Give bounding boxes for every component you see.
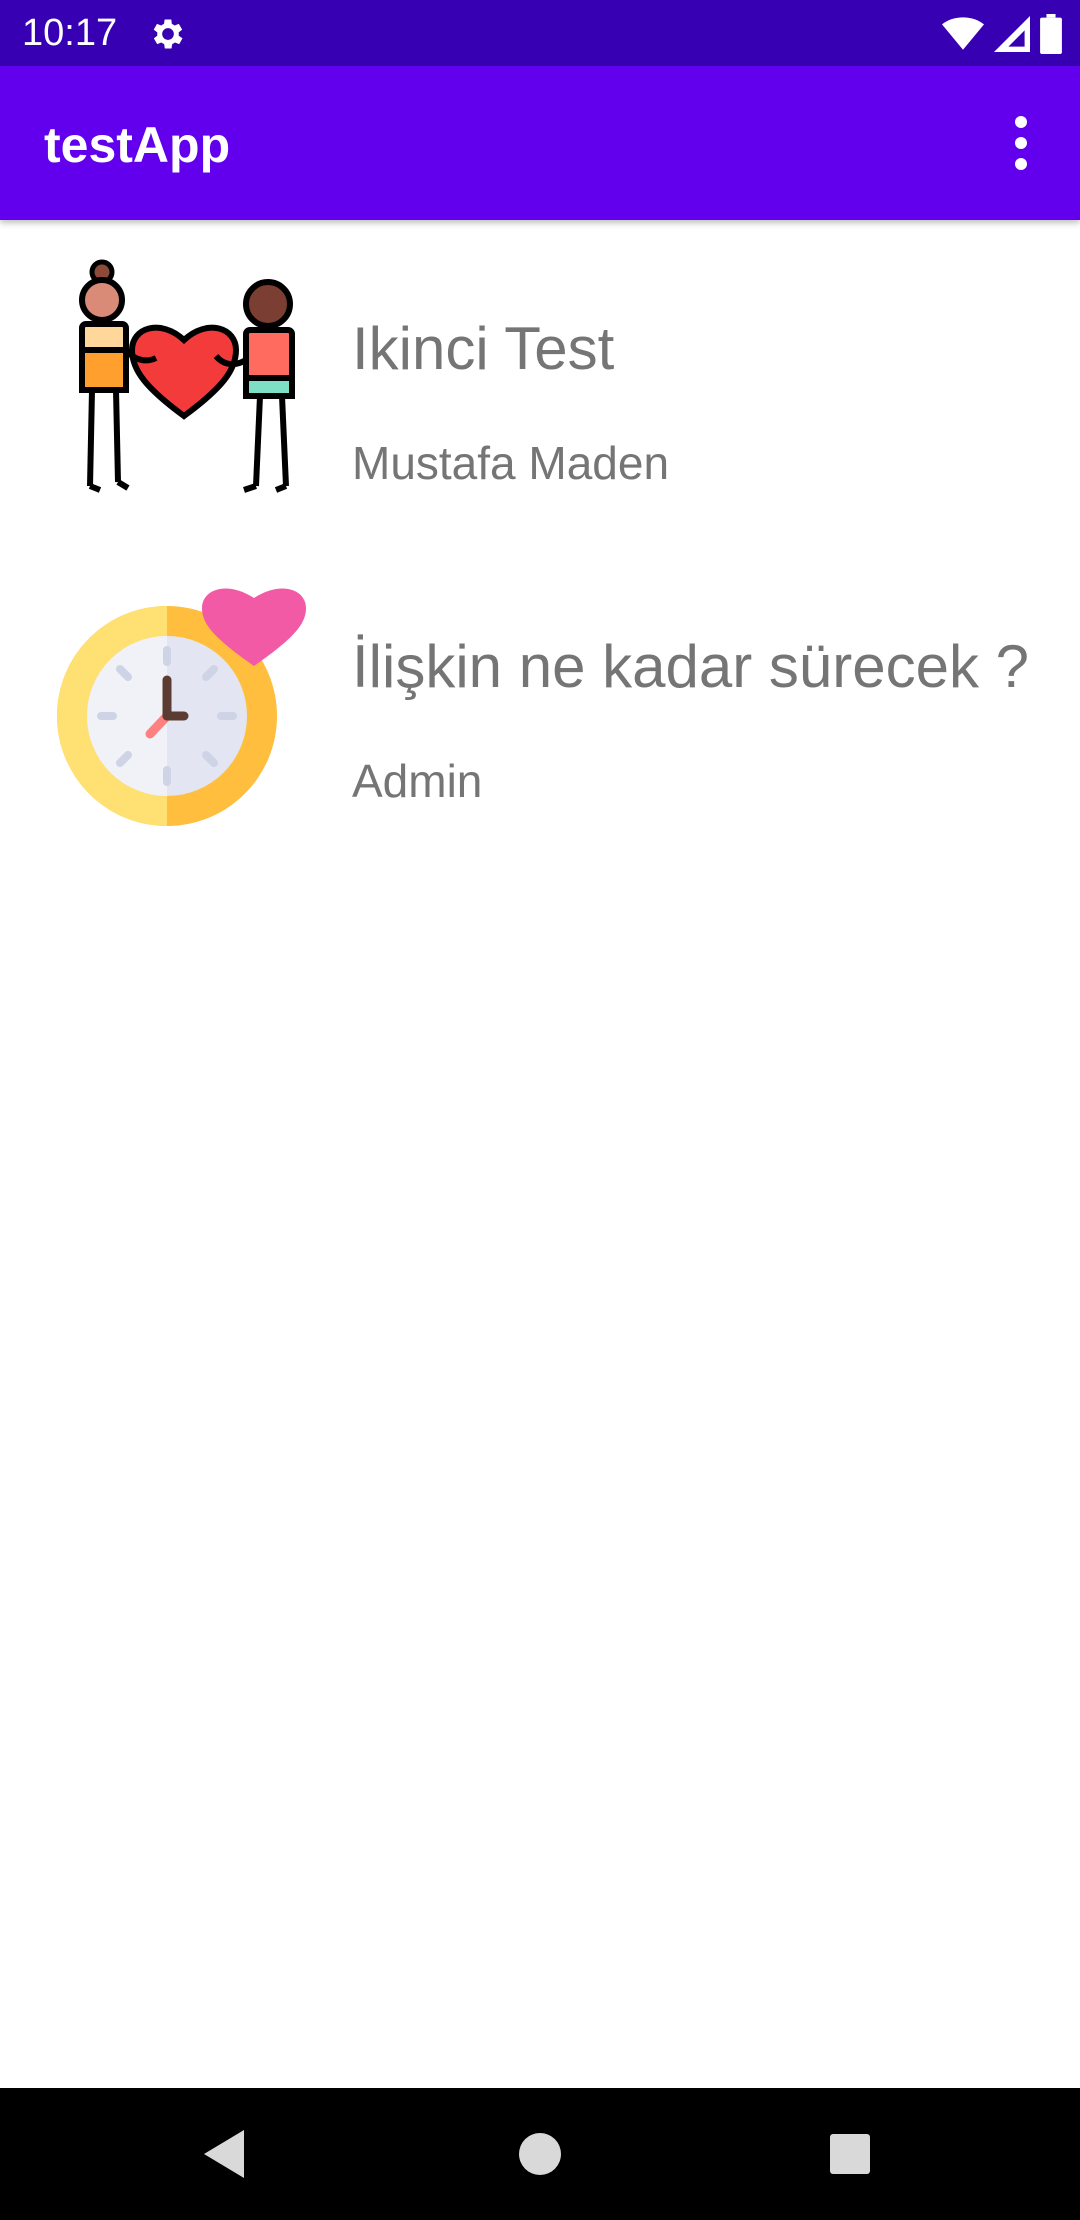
list-item[interactable]: Ikinci Test Mustafa Maden — [0, 222, 1080, 540]
gear-icon — [153, 19, 183, 49]
more-vert-icon[interactable] — [986, 108, 1056, 178]
battery-icon — [1040, 14, 1062, 54]
wifi-icon — [942, 17, 984, 50]
couple-heart-icon — [79, 259, 295, 493]
list-item[interactable]: İlişkin ne kadar sürecek ? Admin — [0, 540, 1080, 858]
status-bar: 10:17 — [0, 0, 1080, 66]
item-author: Admin — [352, 755, 483, 807]
app-bar: testApp — [0, 66, 1080, 220]
home-icon[interactable] — [510, 2124, 570, 2184]
navigation-bar — [0, 2088, 1080, 2220]
back-icon[interactable] — [196, 2124, 256, 2184]
recents-icon[interactable] — [820, 2124, 880, 2184]
item-title: Ikinci Test — [352, 315, 615, 382]
item-title: İlişkin ne kadar sürecek ? — [352, 633, 1029, 700]
item-author: Mustafa Maden — [352, 437, 670, 489]
test-list: Ikinci Test Mustafa Maden İlişkin ne kad… — [0, 222, 1080, 858]
app-title: testApp — [44, 117, 231, 173]
clock-heart-icon — [57, 588, 306, 826]
signal-icon — [994, 16, 1030, 52]
status-time: 10:17 — [22, 12, 118, 54]
status-icons — [942, 12, 1062, 56]
